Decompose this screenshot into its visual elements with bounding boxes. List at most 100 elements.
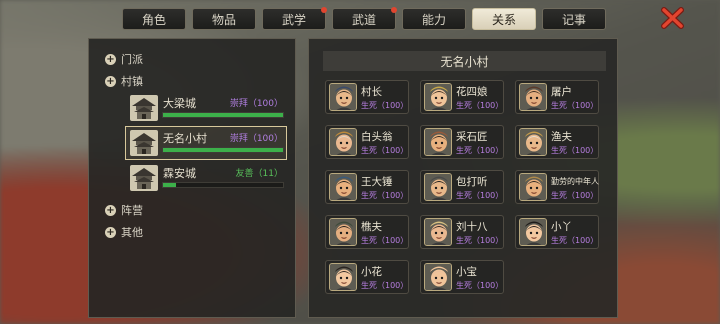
close-icon bbox=[661, 7, 684, 29]
notification-dot bbox=[391, 7, 397, 13]
town-item-daliang[interactable]: 大梁城 崇拜（100） bbox=[125, 91, 287, 125]
npc-card[interactable]: 渔夫 生死（100） bbox=[515, 125, 599, 159]
tree-node-other[interactable]: + 其他 bbox=[105, 224, 143, 240]
tree-node-camp[interactable]: + 阵营 bbox=[105, 202, 143, 218]
npc-card[interactable]: 屠户生死（100） bbox=[515, 80, 599, 114]
town-building-icon bbox=[130, 130, 158, 156]
town-building-icon bbox=[130, 95, 158, 121]
town-item-linan[interactable]: 霖安城 友善（11） bbox=[125, 161, 287, 195]
tab-abilities[interactable]: 能力 bbox=[402, 8, 466, 30]
town-relation: 崇拜（100） bbox=[229, 99, 283, 109]
npc-name: 屠户 bbox=[551, 86, 572, 98]
npc-relation: 生死（100） bbox=[456, 236, 504, 245]
town-building-icon bbox=[130, 165, 158, 191]
relation-bar bbox=[162, 182, 284, 188]
npc-portrait bbox=[329, 128, 357, 156]
tree-node-town[interactable]: + 村镇 bbox=[105, 73, 143, 89]
npc-name: 勤劳的中年人 bbox=[551, 177, 599, 186]
town-item-wuming[interactable]: 无名小村 崇拜（100） bbox=[125, 126, 287, 160]
relation-bar bbox=[162, 147, 284, 153]
npc-relation: 生死（100） bbox=[361, 236, 409, 245]
npc-portrait bbox=[329, 218, 357, 246]
npc-relation: 生死（100） bbox=[551, 101, 599, 110]
tab-label: 武学 bbox=[281, 12, 306, 27]
npc-name: 小宝 bbox=[456, 266, 477, 278]
tree-node-label: 其他 bbox=[121, 226, 143, 239]
town-name: 大梁城 bbox=[163, 97, 196, 110]
tab-martial-path[interactable]: 武道 bbox=[332, 7, 397, 30]
npc-card[interactable]: 小宝生死（100） bbox=[420, 260, 504, 294]
tree-node-label: 阵营 bbox=[121, 204, 143, 217]
npc-portrait bbox=[519, 173, 547, 201]
town-name: 无名小村 bbox=[163, 132, 207, 145]
npc-card[interactable]: 村长生死（100） bbox=[325, 80, 409, 114]
relation-category-panel: + 门派 + 村镇 大梁城 崇拜（100） 无名小村 崇拜（100） 霖安城 友… bbox=[88, 38, 296, 318]
tab-label: 记事 bbox=[561, 12, 586, 27]
npc-card[interactable]: 勤劳的中年人 生死（100） bbox=[515, 170, 599, 204]
tab-bar: 角色 物品 武学 武道 能力 关系 记事 bbox=[122, 7, 606, 30]
relation-bar-fill bbox=[163, 113, 283, 117]
village-npc-panel: 无名小村 村长 生死（100） 花四娘 生死（100） 屠户 生死（100） 白头翁 生死（1… bbox=[308, 38, 618, 318]
expand-icon: + bbox=[105, 53, 116, 65]
tab-relations[interactable]: 关系 bbox=[472, 8, 536, 30]
tab-label: 能力 bbox=[421, 12, 446, 27]
npc-card[interactable]: 采石匠生死（100） bbox=[420, 125, 504, 159]
npc-portrait bbox=[329, 83, 357, 111]
npc-name: 包打听 bbox=[456, 176, 488, 188]
town-relation: 友善（11） bbox=[235, 169, 283, 179]
npc-portrait bbox=[519, 83, 547, 111]
relation-bar bbox=[162, 112, 284, 118]
npc-name: 王大锤 bbox=[361, 176, 393, 188]
npc-name: 刘十八 bbox=[456, 221, 488, 233]
npc-card[interactable]: 王大锤 生死（100） bbox=[325, 170, 409, 204]
village-title: 无名小村 bbox=[323, 51, 606, 71]
npc-portrait bbox=[329, 263, 357, 291]
npc-portrait bbox=[424, 83, 452, 111]
tab-martial-arts[interactable]: 武学 bbox=[262, 7, 327, 30]
tab-label: 物品 bbox=[211, 12, 236, 27]
tab-label: 角色 bbox=[141, 12, 166, 27]
npc-relation: 生死（100） bbox=[456, 146, 504, 155]
npc-card[interactable]: 小花生死（100） bbox=[325, 260, 409, 294]
npc-name: 小花 bbox=[361, 266, 382, 278]
npc-relation: 生死（100） bbox=[361, 101, 409, 110]
npc-card[interactable]: 花四娘生死（100） bbox=[420, 80, 504, 114]
npc-relation: 生死（100） bbox=[551, 146, 599, 155]
npc-relation: 生死（100） bbox=[456, 281, 504, 290]
relation-bar-fill bbox=[163, 183, 177, 187]
town-name: 霖安城 bbox=[163, 167, 196, 180]
tab-items[interactable]: 物品 bbox=[192, 8, 256, 30]
npc-portrait bbox=[424, 263, 452, 291]
npc-portrait bbox=[519, 128, 547, 156]
npc-card[interactable]: 小丫 生死（100） bbox=[515, 215, 599, 249]
npc-portrait bbox=[329, 173, 357, 201]
tree-node-sect[interactable]: + 门派 bbox=[105, 51, 143, 67]
close-button[interactable] bbox=[660, 5, 686, 31]
expand-icon: + bbox=[105, 204, 116, 216]
npc-portrait bbox=[519, 218, 547, 246]
tab-label: 关系 bbox=[491, 12, 516, 27]
npc-card[interactable]: 樵夫生死（100） bbox=[325, 215, 409, 249]
tree-node-label: 门派 bbox=[121, 53, 143, 66]
npc-name: 村长 bbox=[361, 86, 382, 98]
npc-name: 花四娘 bbox=[456, 86, 488, 98]
npc-relation: 生死（100） bbox=[551, 191, 599, 200]
npc-portrait bbox=[424, 128, 452, 156]
tab-journal[interactable]: 记事 bbox=[542, 8, 606, 30]
relation-bar-fill bbox=[163, 148, 283, 152]
npc-relation: 生死（100） bbox=[361, 146, 409, 155]
npc-relation: 生死（100） bbox=[361, 281, 409, 290]
npc-relation: 生死（100） bbox=[456, 101, 504, 110]
npc-card[interactable]: 刘十八生死（100） bbox=[420, 215, 504, 249]
npc-portrait bbox=[424, 173, 452, 201]
npc-card[interactable]: 白头翁 生死（100） bbox=[325, 125, 409, 159]
npc-relation: 生死（100） bbox=[456, 191, 504, 200]
npc-card[interactable]: 包打听生死（100） bbox=[420, 170, 504, 204]
notification-dot bbox=[321, 7, 327, 13]
town-relation: 崇拜（100） bbox=[229, 134, 283, 144]
tab-label: 武道 bbox=[351, 12, 376, 27]
npc-name: 采石匠 bbox=[456, 131, 488, 143]
npc-relation: 生死（100） bbox=[551, 236, 599, 245]
tab-character[interactable]: 角色 bbox=[122, 8, 186, 30]
npc-name: 樵夫 bbox=[361, 221, 382, 233]
